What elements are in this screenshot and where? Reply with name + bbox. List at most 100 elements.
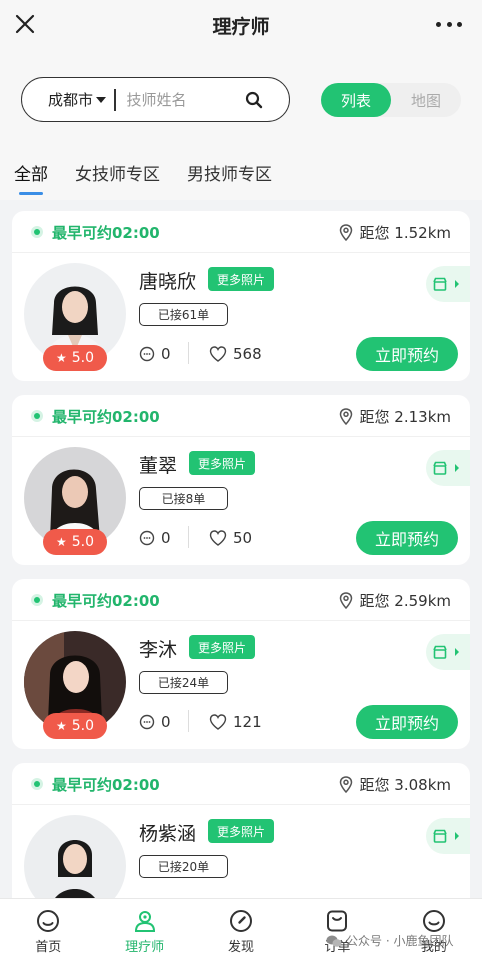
- profile-icon: [422, 910, 445, 932]
- wechat-icon: [326, 935, 342, 947]
- therapist-card[interactable]: 最早可约02:00 距您 2.59km ★ 5.0 李沐 更多照片 已接24单 0…: [12, 579, 470, 749]
- star-icon: ★: [55, 719, 67, 733]
- tabbar-item-profile[interactable]: 我的: [386, 899, 482, 960]
- chevron-right-icon: [455, 832, 459, 840]
- distance-text: 距您 2.13km: [359, 408, 451, 426]
- availability-text: 最早可约02:00: [52, 408, 160, 426]
- therapist-name: 唐晓欣: [139, 271, 197, 293]
- page-title: 理疗师: [212, 15, 270, 38]
- search-input[interactable]: [126, 90, 237, 109]
- like-count-value: 121: [233, 713, 262, 731]
- therapist-icon: [134, 911, 155, 932]
- comment-count: 0: [139, 713, 171, 731]
- location-pin-icon: [339, 776, 352, 793]
- close-icon[interactable]: [14, 13, 36, 35]
- stat-divider: [188, 526, 189, 548]
- orders-served-badge: 已接20单: [139, 855, 228, 878]
- like-count-value: 50: [233, 529, 253, 547]
- tab-all[interactable]: 全部: [14, 160, 48, 185]
- view-toggle: 地图 列表: [321, 83, 461, 117]
- store-button[interactable]: [426, 634, 470, 670]
- store-button[interactable]: [426, 818, 470, 854]
- top-bar: 理疗师: [0, 0, 482, 50]
- rating-badge: ★ 5.0: [43, 345, 107, 371]
- location-pin-icon: [339, 592, 352, 609]
- card-header: 最早可约02:00 距您 1.52km: [12, 211, 470, 253]
- more-photos-button[interactable]: 更多照片: [208, 267, 274, 291]
- status-dot: [31, 778, 43, 790]
- tabbar-label: 首页: [35, 940, 62, 955]
- store-icon: [433, 277, 447, 291]
- stat-divider: [188, 710, 189, 732]
- store-button[interactable]: [426, 450, 470, 486]
- orders-served-badge: 已接24单: [139, 671, 228, 694]
- chevron-right-icon: [455, 648, 459, 656]
- like-count[interactable]: 568: [209, 345, 262, 363]
- comment-icon: [139, 346, 155, 362]
- therapist-name: 杨紫涵: [139, 823, 197, 845]
- city-selector[interactable]: 成都市: [48, 89, 107, 110]
- book-now-button[interactable]: 立即预约: [356, 337, 458, 371]
- rating-badge: ★ 5.0: [43, 529, 107, 555]
- tab-female[interactable]: 女技师专区: [75, 160, 160, 185]
- more-icon[interactable]: [436, 14, 462, 34]
- bottom-tab-bar: 首页 理疗师 发现 订单 我的: [0, 898, 482, 960]
- store-icon: [433, 645, 447, 659]
- more-photos-button[interactable]: 更多照片: [208, 819, 274, 843]
- heart-icon: [209, 346, 227, 362]
- location-pin-icon: [339, 408, 352, 425]
- tabbar-item-therapist[interactable]: 理疗师: [96, 899, 192, 960]
- card-header: 最早可约02:00 距您 2.13km: [12, 395, 470, 437]
- like-count[interactable]: 50: [209, 529, 252, 547]
- watermark: 公众号 · 小鹿鱼团队: [326, 932, 453, 949]
- comment-count-value: 0: [161, 345, 171, 363]
- book-now-button[interactable]: 立即预约: [356, 705, 458, 739]
- tabbar-item-home[interactable]: 首页: [0, 899, 96, 960]
- card-header: 最早可约02:00 距您 2.59km: [12, 579, 470, 621]
- search-divider: [114, 88, 116, 111]
- comment-count-value: 0: [161, 713, 171, 731]
- therapist-card[interactable]: 最早可约02:00 距您 2.13km ★ 5.0 董翠 更多照片 已接8单 0 …: [12, 395, 470, 565]
- heart-icon: [209, 714, 227, 730]
- tab-underline: [19, 192, 43, 195]
- distance-text: 距您 2.59km: [359, 592, 451, 610]
- availability-text: 最早可约02:00: [52, 224, 160, 242]
- card-header: 最早可约02:00 距您 3.08km: [12, 763, 470, 805]
- status-dot: [31, 226, 43, 238]
- search-bar: 成都市: [21, 77, 290, 122]
- tabbar-item-discover[interactable]: 发现: [193, 899, 289, 960]
- comment-count: 0: [139, 529, 171, 547]
- like-count[interactable]: 121: [209, 713, 262, 731]
- tab-male[interactable]: 男技师专区: [187, 160, 272, 185]
- orders-icon: [327, 910, 348, 932]
- store-button[interactable]: [426, 266, 470, 302]
- like-count-value: 568: [233, 345, 262, 363]
- store-icon: [433, 461, 447, 475]
- comment-count: 0: [139, 345, 171, 363]
- list-view-button[interactable]: 列表: [321, 83, 391, 117]
- therapist-card[interactable]: 最早可约02:00 距您 1.52km ★ 5.0 唐晓欣 更多照片 已接61单 …: [12, 211, 470, 381]
- comment-icon: [139, 714, 155, 730]
- search-icon[interactable]: [245, 91, 263, 109]
- city-label: 成都市: [48, 91, 94, 109]
- chevron-right-icon: [455, 280, 459, 288]
- distance-text: 距您 3.08km: [359, 776, 451, 794]
- tabbar-label: 理疗师: [125, 940, 165, 955]
- store-icon: [433, 829, 447, 843]
- map-view-button[interactable]: 地图: [391, 83, 461, 117]
- more-photos-button[interactable]: 更多照片: [189, 451, 255, 475]
- tabbar-item-orders[interactable]: 订单: [289, 899, 385, 960]
- star-icon: ★: [55, 351, 67, 365]
- book-now-button[interactable]: 立即预约: [356, 521, 458, 555]
- comment-icon: [139, 530, 155, 546]
- caret-down-icon: [96, 96, 107, 103]
- discover-icon: [230, 910, 253, 932]
- comment-count-value: 0: [161, 529, 171, 547]
- category-tabs: 全部 女技师专区 男技师专区: [14, 160, 299, 185]
- more-photos-button[interactable]: 更多照片: [189, 635, 255, 659]
- location-pin-icon: [339, 224, 352, 241]
- home-icon: [37, 910, 60, 932]
- distance: 距您 3.08km: [339, 774, 451, 795]
- distance-text: 距您 1.52km: [359, 224, 451, 242]
- heart-icon: [209, 530, 227, 546]
